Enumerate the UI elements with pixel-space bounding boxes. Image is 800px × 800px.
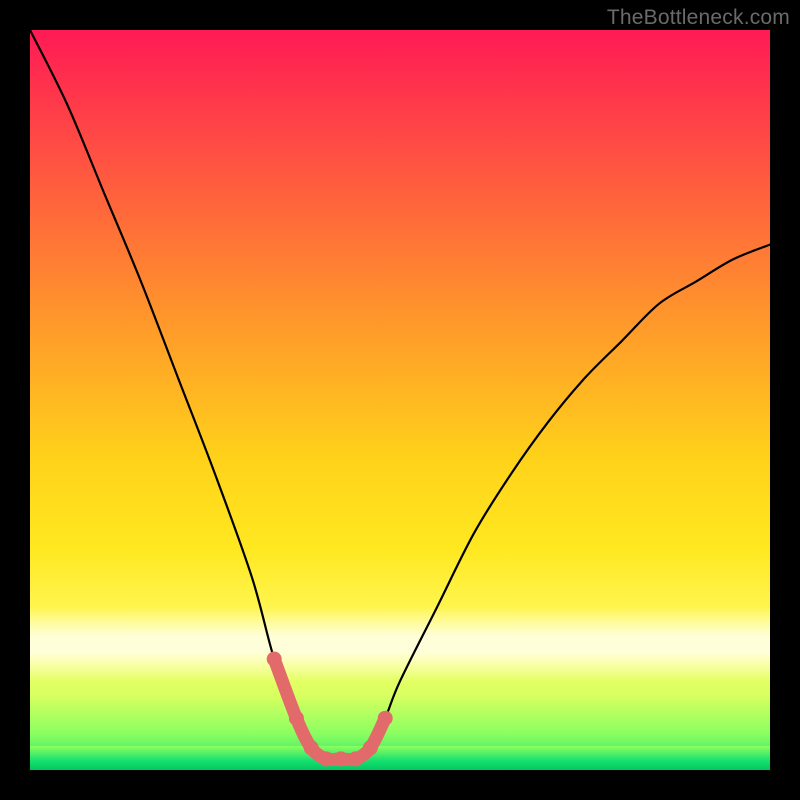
highlight-dot <box>363 740 378 755</box>
watermark-text: TheBottleneck.com <box>607 6 790 30</box>
highlight-dot <box>348 751 363 766</box>
highlight-dot <box>319 751 334 766</box>
highlight-dot <box>378 711 393 726</box>
bottleneck-curve <box>30 30 770 760</box>
highlight-dot <box>304 740 319 755</box>
plot-area <box>30 30 770 770</box>
highlight-dots <box>267 652 393 767</box>
curve-svg <box>30 30 770 770</box>
chart-frame: TheBottleneck.com <box>0 0 800 800</box>
highlight-dot <box>333 751 348 766</box>
highlight-dot <box>267 652 282 667</box>
highlight-dot <box>289 711 304 726</box>
